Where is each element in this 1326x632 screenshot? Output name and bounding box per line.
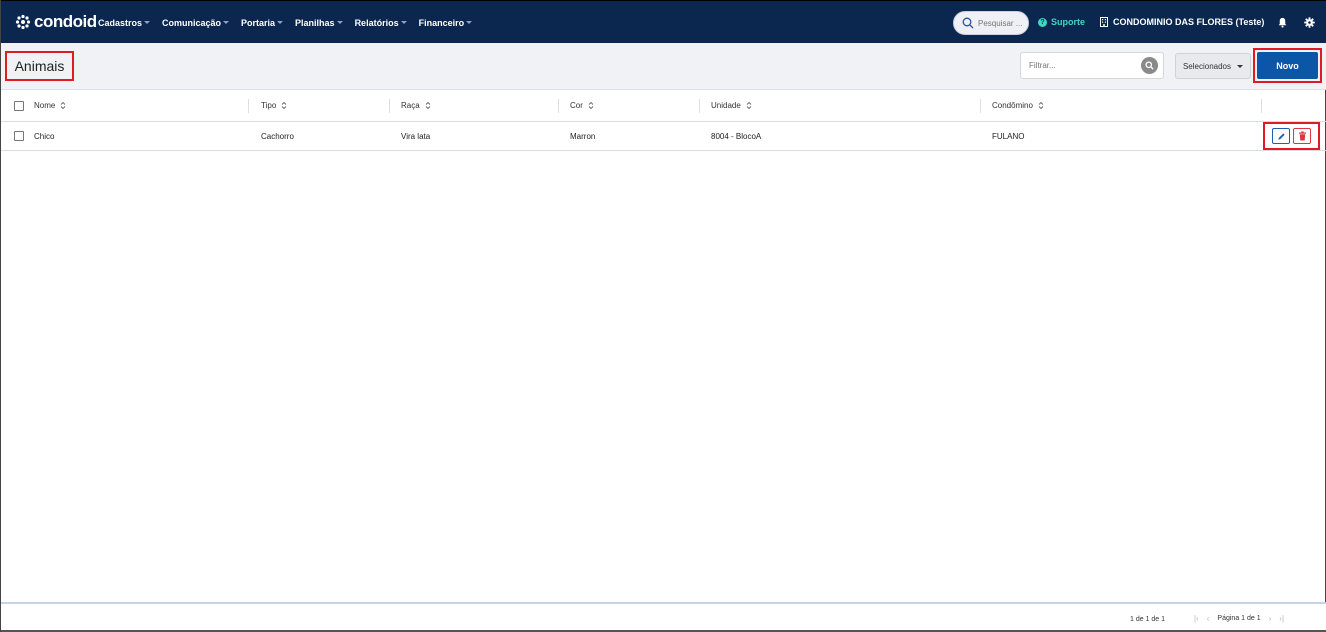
main-menu: Cadastros Comunicação Portaria Planilhas… [98,1,484,44]
menu-relatorios[interactable]: Relatórios [355,18,407,28]
last-page-icon[interactable]: ›| [1279,614,1284,623]
column-header-raca[interactable]: Raça [401,90,431,121]
table-header: Nome Tipo Raça Cor Unidade Condômino [1,90,1326,122]
chevron-down-icon [1237,64,1244,68]
column-header-nome[interactable]: Nome [34,90,66,121]
condominio-label: CONDOMINIO DAS FLORES (Teste) [1113,17,1265,27]
record-range: 1 de 1 de 1 [1130,616,1166,623]
trash-icon [1298,131,1306,141]
suporte-label: Suporte [1051,17,1086,27]
menu-cadastros[interactable]: Cadastros [98,17,151,28]
chevron-down-icon [223,21,230,24]
selecionados-label: Selecionados [1182,61,1232,71]
search-icon [962,17,974,29]
menu-portaria[interactable]: Portaria [241,17,284,28]
select-all-cell [14,90,24,121]
table-footer: 1 de 1 de 1 |‹ ‹ Página 1 de 1 › ›| [1,602,1326,632]
logo-text: condoid [34,12,97,31]
cell-cor: Marron [570,131,596,141]
bell-icon[interactable] [1277,17,1288,28]
column-separator [248,99,249,113]
column-header-unidade[interactable]: Unidade [711,90,752,121]
sort-icon [588,101,594,110]
edit-button[interactable] [1272,128,1290,144]
pencil-icon [1277,132,1285,140]
previous-page-icon[interactable]: ‹ [1207,614,1210,623]
global-search[interactable] [953,11,1029,35]
column-header-tipo[interactable]: Tipo [261,90,287,121]
column-unidade-label: Unidade [711,101,741,110]
suporte-link[interactable]: ? Suporte [1038,17,1085,27]
table-row[interactable]: Chico Cachorro Vira lata Marron 8004 - B… [1,122,1326,151]
selecionados-dropdown[interactable]: Selecionados [1175,53,1251,79]
row-select-cell [14,122,24,150]
column-header-cor[interactable]: Cor [570,90,594,121]
column-header-condomino[interactable]: Condômino [992,90,1044,121]
column-separator [558,99,559,113]
cell-unidade: 8004 - BlocoA [711,131,762,141]
menu-cadastros-label: Cadastros [98,17,143,28]
column-cor-label: Cor [570,101,583,110]
gear-icon[interactable] [1304,17,1315,28]
row-checkbox[interactable] [14,131,24,141]
column-separator [980,99,981,113]
chevron-down-icon [400,21,407,24]
sort-icon [425,101,431,110]
menu-relatorios-label: Relatórios [354,17,399,28]
cell-condomino: FULANO [992,131,1025,141]
pagination: |‹ ‹ Página 1 de 1 › ›| [1194,614,1284,623]
filter-search-button[interactable] [1141,57,1158,74]
chevron-down-icon [144,21,151,24]
column-separator [389,99,390,113]
column-separator [699,99,700,113]
cell-tipo: Cachorro [261,131,294,141]
search-icon [1145,61,1154,70]
column-condomino-label: Condômino [992,101,1033,110]
column-tipo-label: Tipo [261,101,277,110]
cell-raca: Vira lata [401,131,431,141]
page-indicator: Página 1 de 1 [1217,615,1261,622]
page-title-highlight: Animais [5,51,74,81]
chevron-down-icon [466,21,473,24]
help-icon: ? [1038,17,1047,27]
sort-icon [281,101,287,110]
sort-icon [1038,101,1044,110]
menu-comunicacao[interactable]: Comunicação [162,17,230,28]
column-raca-label: Raça [401,101,420,110]
cell-nome: Chico [34,131,55,141]
filter-input[interactable] [1029,61,1129,70]
novo-button-highlight: Novo [1253,48,1322,83]
column-separator [1261,99,1262,113]
chevron-down-icon [336,21,343,24]
building-icon [1100,17,1108,27]
menu-financeiro-label: Financeiro [418,17,465,28]
sort-icon [746,101,752,110]
chevron-down-icon [277,21,284,24]
global-search-input[interactable] [978,18,1028,28]
logo-icon [15,14,31,30]
logo[interactable]: condoid [15,12,97,32]
menu-financeiro[interactable]: Financeiro [419,18,473,28]
menu-planilhas[interactable]: Planilhas [295,18,343,28]
filter-field[interactable] [1020,52,1164,79]
menu-comunicacao-label: Comunicação [162,17,222,28]
first-page-icon[interactable]: |‹ [1194,614,1199,623]
column-nome-label: Nome [34,101,56,110]
animais-table: Nome Tipo Raça Cor Unidade Condômino Chi… [1,90,1326,151]
page-header: Animais Selecionados Novo [1,43,1326,90]
menu-planilhas-label: Planilhas [295,17,335,28]
row-actions-highlight [1263,122,1320,150]
delete-button[interactable] [1293,128,1311,144]
page-title: Animais [14,58,65,74]
next-page-icon[interactable]: › [1269,614,1272,623]
condominio-selector[interactable]: CONDOMINIO DAS FLORES (Teste) [1100,17,1264,27]
novo-button[interactable]: Novo [1257,52,1318,79]
select-all-checkbox[interactable] [14,100,24,111]
menu-portaria-label: Portaria [241,17,276,28]
sort-icon [61,101,66,110]
top-navbar: condoid Cadastros Comunicação Portaria P… [1,0,1326,43]
